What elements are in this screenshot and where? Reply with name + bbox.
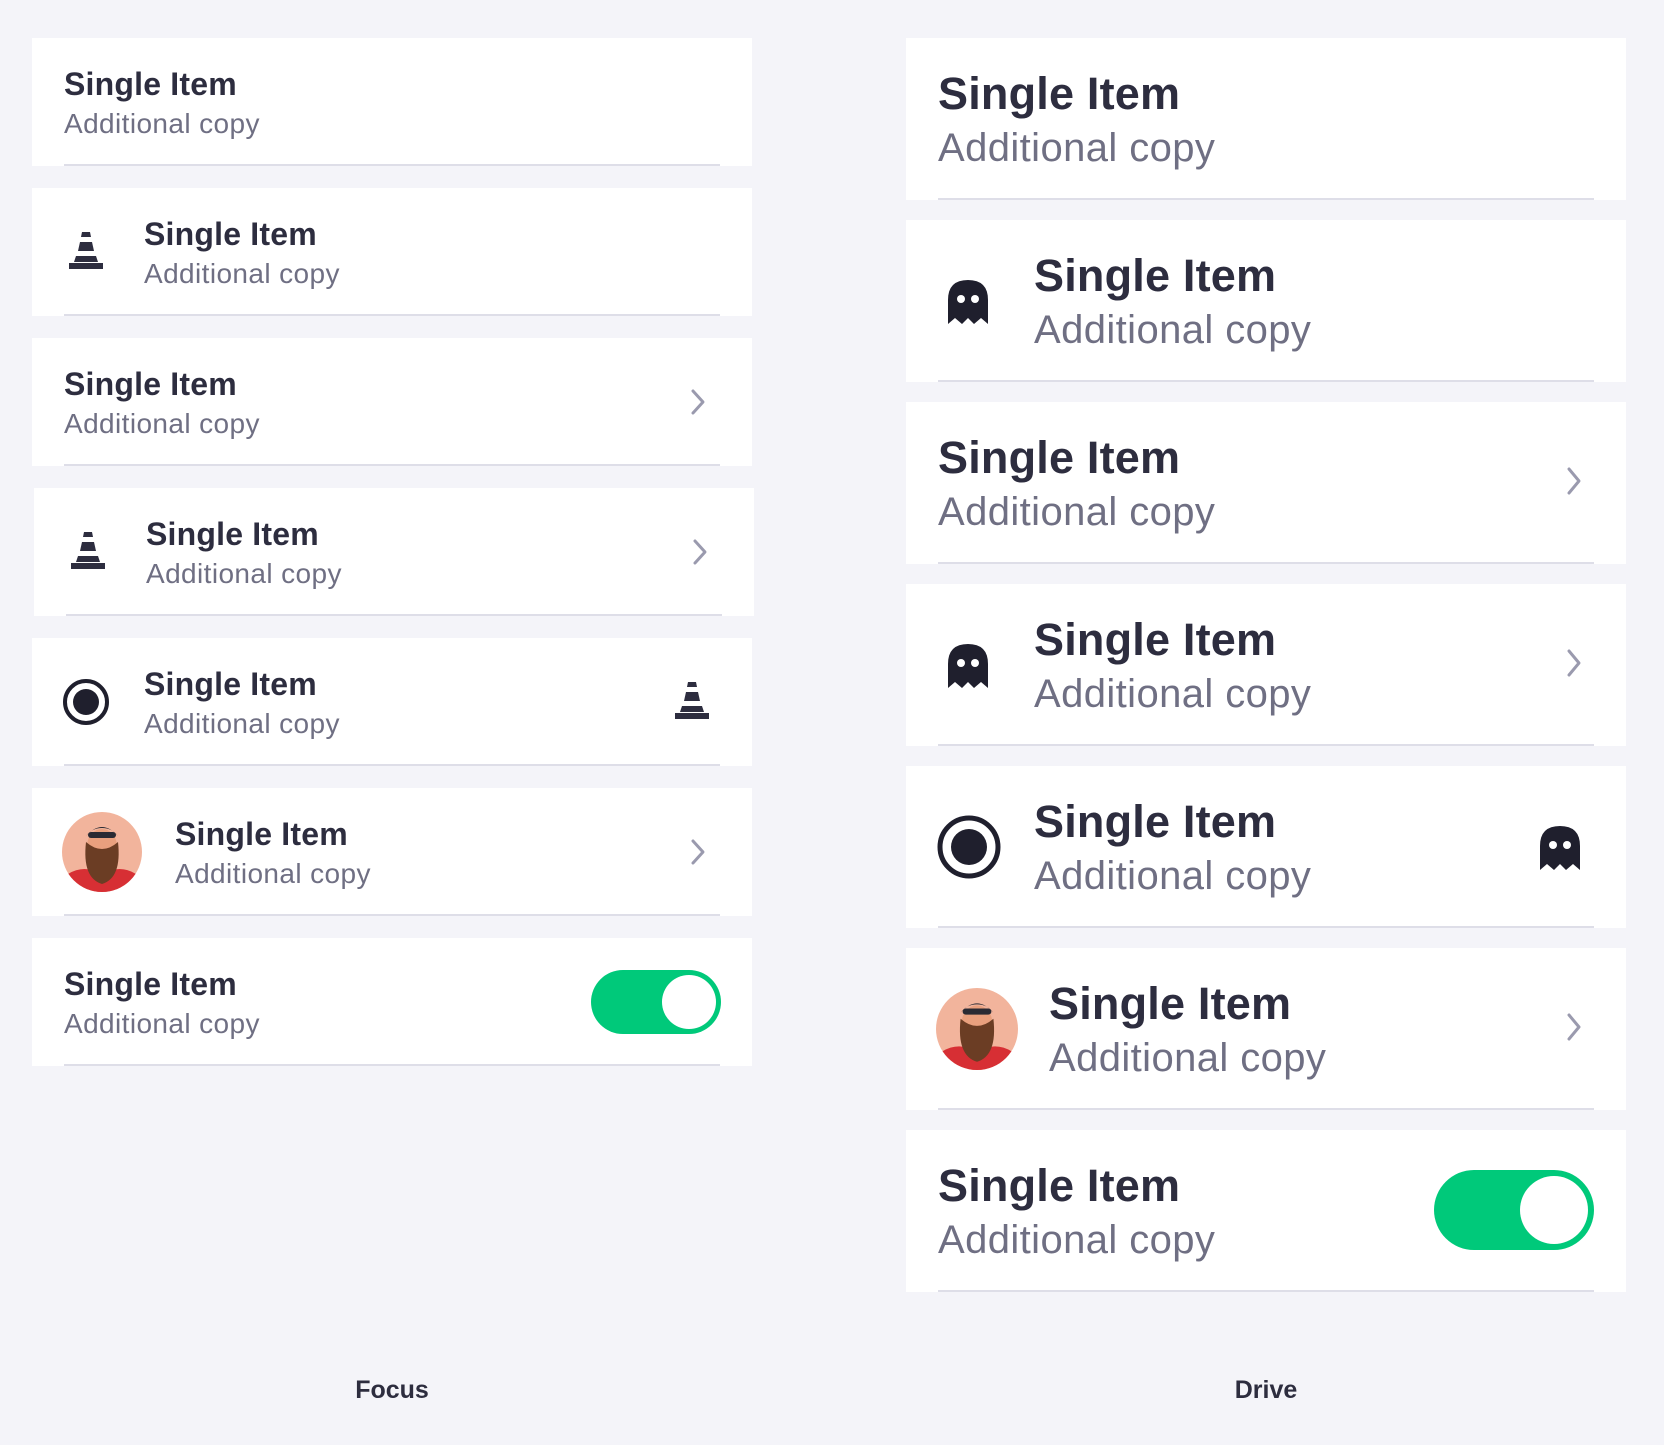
item-subtitle: Additional copy [1034, 672, 1312, 716]
divider [938, 744, 1594, 746]
drive-list-item-with-icon[interactable]: Single Item Additional copy [906, 220, 1626, 382]
divider [938, 380, 1594, 382]
item-title: Single Item [64, 66, 237, 102]
ghost-icon [948, 644, 988, 688]
divider [64, 1064, 720, 1066]
ghost-icon [1540, 826, 1580, 870]
item-title: Single Item [64, 366, 237, 402]
item-title: Single Item [175, 816, 348, 852]
focus-list-item-avatar[interactable]: Single Item Additional copy [32, 788, 752, 916]
focus-caption: Focus [355, 1376, 429, 1404]
item-subtitle: Additional copy [1034, 308, 1312, 352]
chevron-right-icon [1567, 1013, 1581, 1041]
divider [938, 562, 1594, 564]
focus-list-item-with-icon[interactable]: Single Item Additional copy [32, 188, 752, 316]
drive-list-item-avatar[interactable]: Single Item Additional copy [906, 948, 1626, 1110]
item-title: Single Item [64, 966, 237, 1002]
drive-list-item-toggle[interactable]: Single Item Additional copy [906, 1130, 1626, 1292]
item-title: Single Item [146, 516, 319, 552]
item-subtitle: Additional copy [64, 1008, 260, 1039]
toggle-switch[interactable] [591, 970, 721, 1034]
divider [938, 1290, 1594, 1292]
item-title: Single Item [1034, 614, 1277, 665]
item-title: Single Item [938, 68, 1181, 119]
focus-list-item-with-chevron[interactable]: Single Item Additional copy [32, 338, 752, 466]
divider [64, 914, 720, 916]
traffic-cone-icon [69, 232, 103, 269]
item-subtitle: Additional copy [146, 558, 342, 589]
item-subtitle: Additional copy [175, 858, 371, 889]
divider [66, 614, 722, 616]
toggle-knob [1520, 1176, 1588, 1244]
divider [938, 1108, 1594, 1110]
item-title: Single Item [144, 666, 317, 702]
item-subtitle: Additional copy [144, 258, 340, 289]
drive-list-item-with-chevron[interactable]: Single Item Additional copy [906, 402, 1626, 564]
drive-list-item-plain[interactable]: Single Item Additional copy [906, 38, 1626, 200]
chevron-right-icon [693, 539, 707, 565]
focus-list-item-icon-chevron[interactable]: Single Item Additional copy [34, 488, 754, 616]
chevron-right-icon [691, 839, 705, 865]
toggle-switch[interactable] [1434, 1170, 1594, 1250]
item-subtitle: Additional copy [938, 490, 1216, 534]
focus-list-item-radio[interactable]: Single Item Additional copy [32, 638, 752, 766]
ghost-icon [948, 280, 988, 324]
drive-list-item-icon-chevron[interactable]: Single Item Additional copy [906, 584, 1626, 746]
divider [64, 464, 720, 466]
item-title: Single Item [938, 1160, 1181, 1211]
item-subtitle: Additional copy [938, 126, 1216, 170]
avatar [62, 812, 142, 892]
traffic-cone-icon [71, 532, 105, 569]
toggle-knob [662, 975, 716, 1029]
item-subtitle: Additional copy [64, 408, 260, 439]
divider [938, 198, 1594, 200]
item-title: Single Item [1034, 796, 1277, 847]
radio-selected-icon[interactable] [62, 678, 110, 726]
avatar-image [936, 988, 1018, 1070]
traffic-cone-icon [675, 682, 709, 719]
item-title: Single Item [938, 432, 1181, 483]
divider [64, 764, 720, 766]
item-subtitle: Additional copy [64, 108, 260, 139]
divider [64, 164, 720, 166]
radio-selected-icon[interactable] [936, 814, 1002, 880]
avatar-image [62, 812, 142, 892]
chevron-right-icon [691, 389, 705, 415]
drive-list-item-radio[interactable]: Single Item Additional copy [906, 766, 1626, 928]
chevron-right-icon [1567, 649, 1581, 677]
item-subtitle: Additional copy [144, 708, 340, 739]
chevron-right-icon [1567, 467, 1581, 495]
focus-list-item-plain[interactable]: Single Item Additional copy [32, 38, 752, 166]
item-subtitle: Additional copy [938, 1218, 1216, 1262]
divider [938, 926, 1594, 928]
item-subtitle: Additional copy [1034, 854, 1312, 898]
item-subtitle: Additional copy [1049, 1036, 1327, 1080]
avatar [936, 988, 1018, 1070]
item-title: Single Item [144, 216, 317, 252]
divider [64, 314, 720, 316]
drive-caption: Drive [1234, 1376, 1298, 1404]
focus-list-item-toggle[interactable]: Single Item Additional copy [32, 938, 752, 1066]
item-title: Single Item [1049, 978, 1292, 1029]
item-title: Single Item [1034, 250, 1277, 301]
